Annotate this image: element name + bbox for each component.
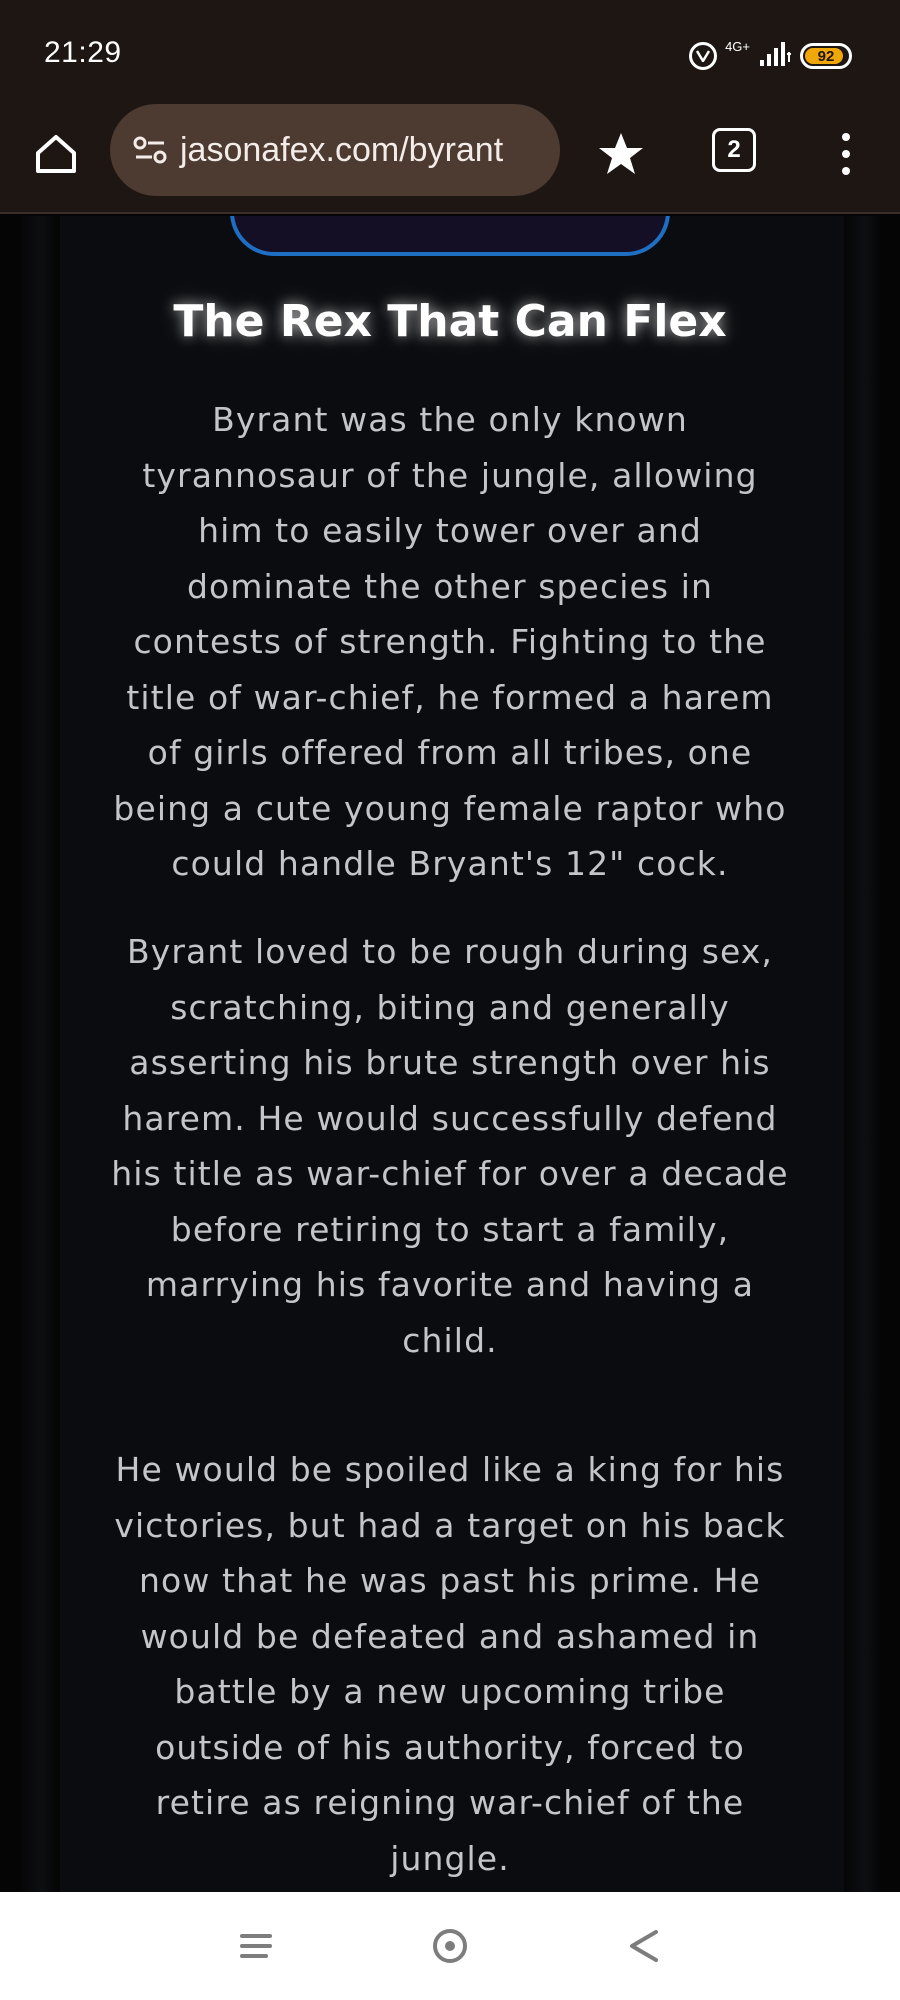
recents-button[interactable] <box>232 1922 280 1970</box>
menu-dot <box>842 132 850 141</box>
battery-icon: 92 <box>800 43 852 69</box>
url-bar[interactable]: jasonafex.com/byrant <box>110 104 560 196</box>
url-text[interactable]: jasonafex.com/byrant <box>180 131 503 170</box>
back-triangle-icon <box>630 1930 658 1962</box>
story-paragraph: Byrant loved to be rough during sex, scr… <box>111 932 789 1360</box>
page-side-stripe-right <box>844 216 880 1892</box>
web-page[interactable]: The Rex That Can Flex Byrant was the onl… <box>0 216 900 1892</box>
network-type-label: 4G+ <box>725 38 750 54</box>
site-settings-icon[interactable] <box>130 130 170 170</box>
bookmark-button[interactable] <box>595 128 647 180</box>
story-paragraph: Byrant was the only known tyrannosaur of… <box>113 400 787 883</box>
vpn-icon <box>689 42 718 70</box>
menu-dot <box>842 149 850 158</box>
story-paragraph: He would be spoiled like a king for his … <box>114 1450 786 1878</box>
menu-dot <box>842 167 850 176</box>
page-title: The Rex That Can Flex <box>173 296 727 347</box>
status-icons: 4G+ 92 <box>689 38 852 74</box>
page-side-stripe-left <box>20 216 56 1892</box>
status-time: 21:29 <box>44 36 122 69</box>
media-frame <box>230 216 670 256</box>
tab-switcher-button[interactable]: 2 <box>712 128 756 172</box>
browser-toolbar: jasonafex.com/byrant 2 <box>0 100 900 214</box>
circle-home-icon <box>433 1929 467 1963</box>
star-icon <box>599 133 643 174</box>
signal-icon <box>758 40 792 72</box>
recents-icon <box>240 1934 272 1958</box>
home-icon <box>36 135 76 173</box>
more-vert-icon[interactable] <box>826 128 866 180</box>
back-button[interactable] <box>620 1922 668 1970</box>
system-nav-bar <box>0 1892 900 2000</box>
status-bar: 21:29 4G+ 92 <box>0 0 900 100</box>
nav-home-button[interactable] <box>426 1922 474 1970</box>
battery-level: 92 <box>817 47 835 65</box>
home-button[interactable] <box>30 128 82 180</box>
